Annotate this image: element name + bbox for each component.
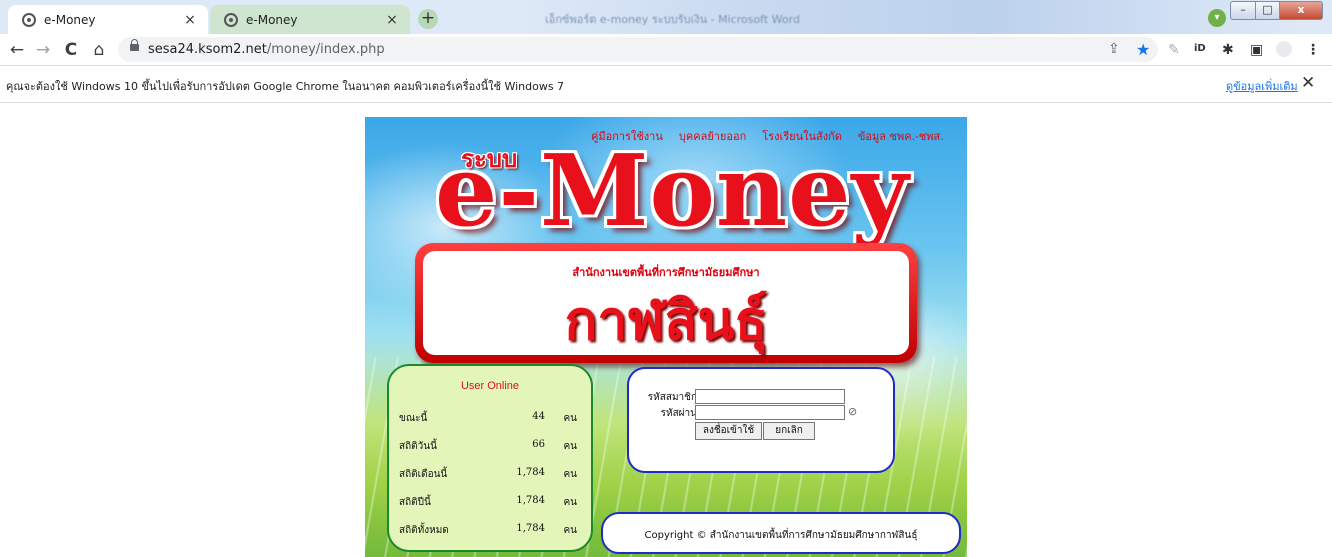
share-icon[interactable]: ⇪ — [1108, 41, 1120, 57]
copyright-box: Copyright © สำนักงานเขตพื้นที่การศึกษามั… — [601, 512, 961, 554]
stat-unit: คน — [563, 469, 577, 480]
login-button[interactable]: ลงชื่อเข้าใช้ — [695, 422, 762, 440]
user-online-title: User Online — [460, 380, 520, 392]
username-input[interactable] — [695, 389, 845, 404]
stat-unit: คน — [563, 525, 577, 536]
tab-title: e-Money — [44, 12, 96, 27]
password-input[interactable] — [695, 405, 845, 420]
office-banner: สำนักงานเขตพื้นที่การศึกษามัธยมศึกษา กาฬ… — [415, 243, 917, 363]
page-content: คู่มือการใช้งาน บุคคลย้ายออก โรงเรียนในส… — [0, 103, 1332, 557]
password-label: รหัสผ่าน — [660, 408, 697, 419]
stat-unit: คน — [563, 413, 577, 424]
username-label: รหัสสมาชิก — [647, 392, 697, 403]
stat-value: 66 — [532, 439, 545, 450]
stat-value: 1,784 — [516, 467, 545, 478]
province-name: กาฬสินธุ์ — [564, 288, 768, 352]
star-icon[interactable]: ★ — [1136, 40, 1150, 59]
maximize-button[interactable]: □ — [1255, 1, 1280, 20]
tab-close-icon[interactable]: × — [384, 12, 400, 28]
stat-label: สถิติปีนี้ — [399, 497, 431, 508]
puzzle-icon[interactable]: ✱ — [1222, 42, 1234, 58]
stat-label: ขณะนี้ — [399, 413, 428, 424]
stat-value: 44 — [532, 411, 545, 422]
stat-value: 1,784 — [516, 523, 545, 534]
id-extension-icon[interactable]: iD — [1194, 43, 1206, 54]
infobar-close-icon[interactable]: ✕ — [1301, 73, 1315, 93]
user-online-panel: User Online ขณะนี้ 44 คน สถิติวันนี้ 66 … — [387, 364, 593, 552]
minimize-button[interactable]: – — [1230, 1, 1256, 20]
url-host: sesa24.ksom2.net — [148, 42, 267, 57]
infobar-message: คุณจะต้องใช้ Windows 10 ขึ้นไปเพื่อรับกา… — [6, 80, 565, 93]
profile-icon[interactable] — [1276, 41, 1292, 57]
chrome-infobar: คุณจะต้องใช้ Windows 10 ขึ้นไปเพื่อรับกา… — [0, 66, 1332, 103]
lock-icon[interactable] — [130, 39, 139, 51]
stat-value: 1,784 — [516, 495, 545, 506]
menu-icon[interactable]: ⋮ — [1306, 42, 1320, 58]
stat-label: สถิติวันนี้ — [399, 441, 437, 452]
url-path: /money/index.php — [266, 42, 385, 57]
tab-title: e-Money — [246, 12, 298, 27]
tab-search-icon[interactable]: ▾ — [1208, 9, 1226, 27]
window-close-button[interactable]: x — [1279, 1, 1323, 20]
stat-unit: คน — [563, 497, 577, 508]
globe-icon — [22, 12, 36, 27]
eye-slash-icon[interactable]: ⊘ — [848, 405, 857, 418]
stat-label: สถิติเดือนนี้ — [399, 469, 448, 480]
url-text[interactable]: sesa24.ksom2.net/money/index.php — [148, 42, 385, 57]
home-button[interactable]: ⌂ — [88, 39, 110, 61]
window-title: เอ็กซ์พอร์ต e-money ระบบรับเงิน - Micros… — [545, 13, 800, 26]
learn-more-link[interactable]: ดูข้อมูลเพิ่มเติม — [1226, 77, 1298, 95]
cancel-button[interactable]: ยกเลิก — [763, 422, 815, 440]
tab-close-icon[interactable]: × — [182, 12, 198, 28]
sidepanel-icon[interactable]: ▣ — [1250, 42, 1263, 58]
login-panel: รหัสสมาชิก รหัสผ่าน ⊘ ลงชื่อเข้าใช้ ยกเล… — [627, 367, 895, 473]
emoney-banner: คู่มือการใช้งาน บุคคลย้ายออก โรงเรียนในส… — [365, 117, 967, 557]
stat-label: สถิติทั้งหมด — [399, 525, 449, 536]
address-bar[interactable]: sesa24.ksom2.net/money/index.php ⇪ ★ — [118, 37, 1158, 62]
back-button[interactable]: ← — [6, 39, 28, 61]
office-banner-inner: สำนักงานเขตพื้นที่การศึกษามัธยมศึกษา กาฬ… — [423, 251, 909, 355]
tab-emoney-active[interactable]: e-Money × — [8, 5, 208, 34]
tab-emoney-inactive[interactable]: e-Money × — [210, 5, 410, 34]
tab-strip: e-Money × e-Money × + เอ็กซ์พอร์ต e-mone… — [0, 0, 1332, 34]
forward-button[interactable]: → — [32, 39, 54, 61]
pin-icon[interactable]: ✎ — [1168, 42, 1180, 58]
globe-icon — [224, 12, 238, 27]
reload-button[interactable]: C — [60, 39, 82, 61]
new-tab-button[interactable]: + — [418, 9, 438, 29]
copyright-text: Copyright © สำนักงานเขตพื้นที่การศึกษามั… — [644, 530, 918, 541]
browser-toolbar: ← → C ⌂ sesa24.ksom2.net/money/index.php… — [0, 34, 1332, 66]
stat-unit: คน — [563, 441, 577, 452]
system-label: ระบบ — [461, 144, 518, 173]
